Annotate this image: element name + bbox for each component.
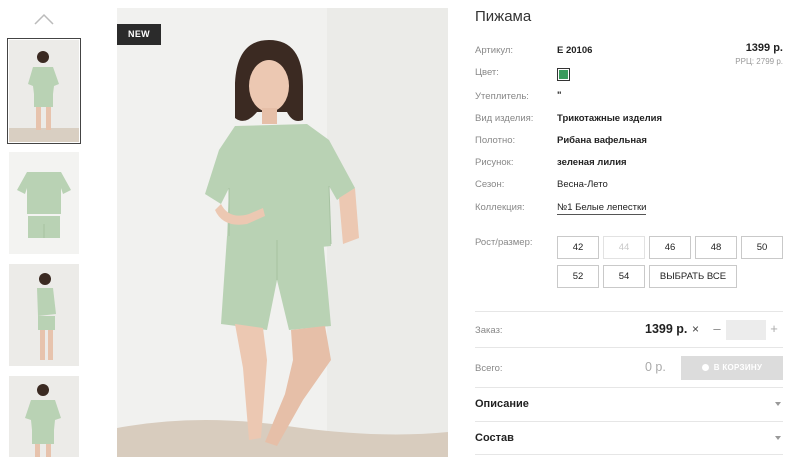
size-option-48[interactable]: 48 <box>695 236 737 259</box>
product-title: Пижама <box>475 8 532 25</box>
quantity-input[interactable] <box>726 320 766 340</box>
collection-link[interactable]: №1 Белые лепестки <box>557 202 647 215</box>
chevron-down-icon[interactable] <box>775 402 781 406</box>
spec-label-color: Цвет: <box>475 67 499 78</box>
spec-label-collection: Коллекция: <box>475 202 525 213</box>
chevron-down-icon[interactable] <box>775 436 781 440</box>
thumbnail-gallery <box>0 0 86 457</box>
new-badge: NEW <box>117 24 161 45</box>
size-option-52[interactable]: 52 <box>557 265 599 288</box>
total-label: Всего: <box>475 363 503 374</box>
spec-label-fabric: Полотно: <box>475 135 516 146</box>
size-option-46[interactable]: 46 <box>649 236 691 259</box>
cart-dot-icon <box>701 364 709 371</box>
multiply-sign: × <box>692 322 700 336</box>
divider <box>475 454 783 455</box>
spec-value-insulation: " <box>557 90 562 101</box>
quantity-increase-button[interactable]: + <box>768 321 780 336</box>
order-price: 1399 р. <box>645 322 688 336</box>
color-swatch[interactable] <box>557 68 570 81</box>
accordion-composition[interactable]: Состав <box>475 432 514 444</box>
spec-value-fabric: Рибана вафельная <box>557 135 647 146</box>
divider <box>475 387 783 388</box>
spec-value-pattern: зеленая лилия <box>557 157 627 168</box>
spec-label-insulation: Утеплитель: <box>475 91 529 102</box>
size-option-44: 44 <box>603 236 645 259</box>
size-option-54[interactable]: 54 <box>603 265 645 288</box>
color-swatch-fill <box>559 70 568 79</box>
thumbnail-1[interactable] <box>7 38 81 144</box>
spec-label-product-type: Вид изделия: <box>475 113 534 124</box>
thumbnail-photo <box>9 152 79 254</box>
thumbnail-photo <box>9 264 79 366</box>
spec-value-product-type: Трикотажные изделия <box>557 113 663 124</box>
chevron-up-icon[interactable] <box>33 12 55 26</box>
thumbnail-4[interactable] <box>9 376 79 457</box>
spec-label-article: Артикул: <box>475 45 514 56</box>
product-details-panel: Пижама 1399 р. РРЦ: 2799 р. Артикул: Е 2… <box>475 0 785 457</box>
thumbnail-3[interactable] <box>9 264 79 366</box>
divider <box>475 311 783 312</box>
accordion-description[interactable]: Описание <box>475 398 529 410</box>
select-all-sizes-button[interactable]: ВЫБРАТЬ ВСЕ <box>649 265 737 288</box>
thumbnail-photo <box>9 376 79 457</box>
total-value: 0 р. <box>645 360 666 374</box>
order-label: Заказ: <box>475 325 503 336</box>
spec-value-article: Е 20106 <box>557 45 593 56</box>
divider <box>475 421 783 422</box>
size-label: Рост/размер: <box>475 237 533 248</box>
main-product-image[interactable] <box>117 8 448 457</box>
size-option-50[interactable]: 50 <box>741 236 783 259</box>
spec-label-pattern: Рисунок: <box>475 157 514 168</box>
divider <box>475 347 783 348</box>
size-option-42[interactable]: 42 <box>557 236 599 259</box>
add-to-cart-label: В КОРЗИНУ <box>713 363 763 372</box>
thumbnail-photo <box>9 40 79 142</box>
add-to-cart-button[interactable]: В КОРЗИНУ <box>681 356 783 380</box>
quantity-decrease-button[interactable]: – <box>711 321 723 336</box>
thumbnail-2[interactable] <box>9 152 79 254</box>
product-price: 1399 р. <box>745 42 783 54</box>
product-photo <box>117 8 448 457</box>
spec-value-season: Весна-Лето <box>557 179 608 190</box>
recommended-retail-price: РРЦ: 2799 р. <box>735 57 783 66</box>
spec-label-season: Сезон: <box>475 179 505 190</box>
